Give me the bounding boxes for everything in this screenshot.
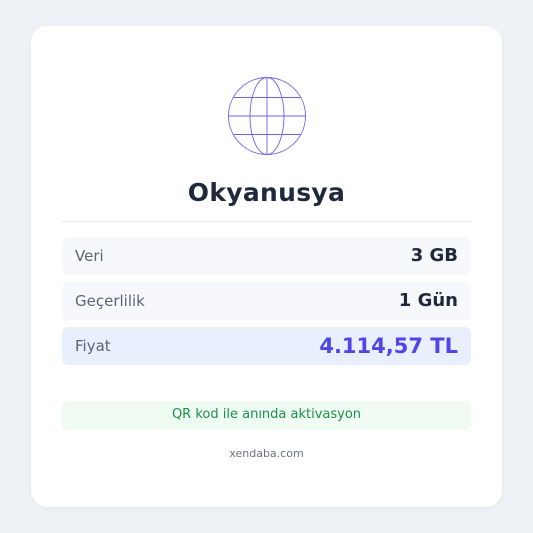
validity-label: Geçerlilik <box>75 292 145 310</box>
validity-row: Geçerlilik 1 Gün <box>62 282 471 320</box>
data-row: Veri 3 GB <box>62 237 471 275</box>
plan-card: Okyanusya Veri 3 GB Geçerlilik 1 Gün Fiy… <box>31 26 502 507</box>
region-title: Okyanusya <box>187 178 346 207</box>
price-label: Fiyat <box>75 337 111 355</box>
data-value: 3 GB <box>410 245 458 266</box>
globe-icon <box>227 76 307 156</box>
validity-value: 1 Gün <box>398 290 458 311</box>
data-label: Veri <box>75 247 104 265</box>
footer-domain: xendaba.com <box>229 447 304 460</box>
activation-note: QR kod ile anında aktivasyon <box>62 401 471 430</box>
title-divider <box>62 221 472 222</box>
price-value: 4.114,57 TL <box>319 334 458 358</box>
price-row: Fiyat 4.114,57 TL <box>62 327 471 365</box>
